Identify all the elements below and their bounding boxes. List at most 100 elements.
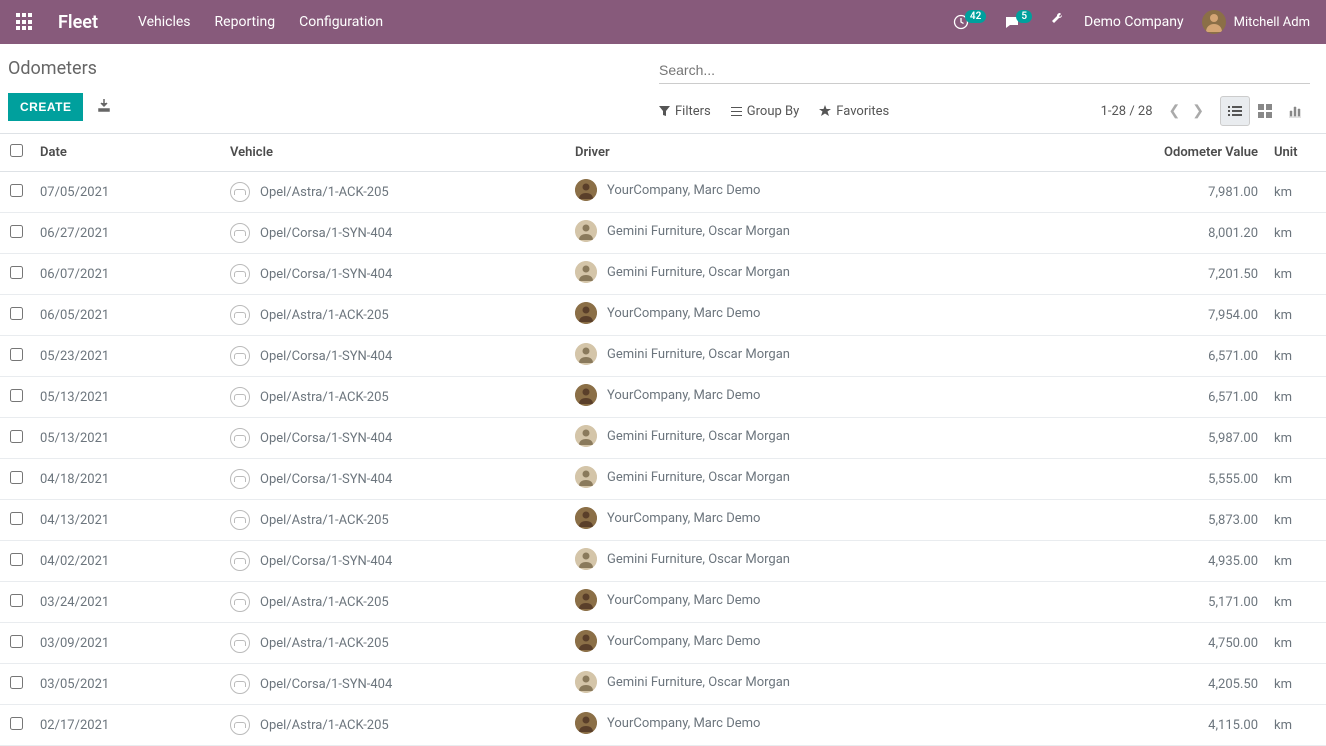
favorites-button[interactable]: Favorites — [819, 104, 889, 119]
cell-date: 04/02/2021 — [32, 541, 222, 582]
cell-unit: km — [1266, 541, 1326, 582]
table-row[interactable]: 07/05/2021Opel/Astra/1-ACK-205YourCompan… — [0, 172, 1326, 213]
table-row[interactable]: 04/18/2021Opel/Corsa/1-SYN-404Gemini Fur… — [0, 459, 1326, 500]
cell-vehicle: Opel/Astra/1-ACK-205 — [222, 295, 567, 336]
row-checkbox[interactable] — [10, 348, 23, 361]
row-checkbox[interactable] — [10, 184, 23, 197]
cell-date: 06/05/2021 — [32, 295, 222, 336]
cell-driver: YourCompany, Marc Demo — [567, 500, 1126, 541]
user-name: Mitchell Adm — [1234, 15, 1310, 30]
cell-unit: km — [1266, 172, 1326, 213]
column-driver[interactable]: Driver — [567, 134, 1126, 172]
filters-button[interactable]: Filters — [659, 104, 711, 119]
cell-driver: YourCompany, Marc Demo — [567, 377, 1126, 418]
driver-avatar-icon — [575, 179, 597, 201]
pager-prev-icon[interactable]: ❮ — [1169, 103, 1181, 119]
nav-configuration[interactable]: Configuration — [299, 14, 383, 30]
table-row[interactable]: 05/23/2021Opel/Corsa/1-SYN-404Gemini Fur… — [0, 336, 1326, 377]
view-kanban-button[interactable] — [1250, 96, 1280, 126]
table-row[interactable]: 04/13/2021Opel/Astra/1-ACK-205YourCompan… — [0, 500, 1326, 541]
app-brand[interactable]: Fleet — [58, 12, 98, 33]
apps-menu-icon[interactable] — [16, 13, 34, 31]
create-button[interactable]: CREATE — [8, 93, 83, 121]
table-row[interactable]: 04/02/2021Opel/Corsa/1-SYN-404Gemini Fur… — [0, 541, 1326, 582]
view-list-button[interactable] — [1220, 96, 1250, 126]
row-checkbox[interactable] — [10, 676, 23, 689]
cell-vehicle: Opel/Astra/1-ACK-205 — [222, 582, 567, 623]
company-selector[interactable]: Demo Company — [1084, 14, 1184, 30]
row-checkbox[interactable] — [10, 389, 23, 402]
nav-vehicles[interactable]: Vehicles — [138, 14, 191, 30]
driver-avatar-icon — [575, 343, 597, 365]
vehicle-logo-icon — [230, 674, 250, 694]
row-checkbox[interactable] — [10, 430, 23, 443]
activity-indicator[interactable]: 42 — [953, 14, 986, 30]
cell-odometer: 5,873.00 — [1126, 500, 1266, 541]
star-icon — [819, 105, 831, 117]
group-by-button[interactable]: Group By — [731, 104, 800, 119]
pager-next-icon[interactable]: ❯ — [1192, 103, 1204, 119]
user-menu[interactable]: Mitchell Adm — [1202, 10, 1310, 34]
driver-avatar-icon — [575, 220, 597, 242]
row-checkbox[interactable] — [10, 471, 23, 484]
cell-unit: km — [1266, 418, 1326, 459]
view-graph-button[interactable] — [1280, 96, 1310, 126]
table-row[interactable]: 05/13/2021Opel/Corsa/1-SYN-404Gemini Fur… — [0, 418, 1326, 459]
filter-icon — [659, 106, 670, 117]
table-row[interactable]: 06/05/2021Opel/Astra/1-ACK-205YourCompan… — [0, 295, 1326, 336]
select-all-checkbox[interactable] — [10, 144, 23, 157]
search-input[interactable] — [659, 62, 1310, 78]
table-row[interactable]: 06/27/2021Opel/Corsa/1-SYN-404Gemini Fur… — [0, 213, 1326, 254]
cell-odometer: 6,571.00 — [1126, 336, 1266, 377]
driver-avatar-icon — [575, 466, 597, 488]
column-date[interactable]: Date — [32, 134, 222, 172]
cell-vehicle: Opel/Corsa/1-SYN-404 — [222, 459, 567, 500]
column-vehicle[interactable]: Vehicle — [222, 134, 567, 172]
cell-unit: km — [1266, 705, 1326, 746]
table-row[interactable]: 03/24/2021Opel/Astra/1-ACK-205YourCompan… — [0, 582, 1326, 623]
row-checkbox[interactable] — [10, 717, 23, 730]
table-row[interactable]: 02/17/2021Opel/Astra/1-ACK-205YourCompan… — [0, 705, 1326, 746]
nav-reporting[interactable]: Reporting — [215, 14, 276, 30]
export-icon[interactable] — [97, 98, 111, 116]
messages-indicator[interactable]: 5 — [1004, 14, 1032, 30]
vehicle-logo-icon — [230, 551, 250, 571]
table-row[interactable]: 03/09/2021Opel/Astra/1-ACK-205YourCompan… — [0, 623, 1326, 664]
row-checkbox[interactable] — [10, 553, 23, 566]
table-row[interactable]: 03/05/2021Opel/Corsa/1-SYN-404Gemini Fur… — [0, 664, 1326, 705]
cell-unit: km — [1266, 664, 1326, 705]
developer-tools-icon[interactable] — [1050, 12, 1066, 32]
cell-odometer: 7,954.00 — [1126, 295, 1266, 336]
driver-avatar-icon — [575, 261, 597, 283]
cell-unit: km — [1266, 377, 1326, 418]
vehicle-logo-icon — [230, 469, 250, 489]
cell-driver: YourCompany, Marc Demo — [567, 705, 1126, 746]
graph-icon — [1288, 104, 1302, 118]
column-unit[interactable]: Unit — [1266, 134, 1326, 172]
cell-odometer: 5,987.00 — [1126, 418, 1266, 459]
row-checkbox[interactable] — [10, 225, 23, 238]
row-checkbox[interactable] — [10, 512, 23, 525]
cell-date: 03/05/2021 — [32, 664, 222, 705]
cell-odometer: 6,571.00 — [1126, 377, 1266, 418]
table-row[interactable]: 05/13/2021Opel/Astra/1-ACK-205YourCompan… — [0, 377, 1326, 418]
cell-vehicle: Opel/Corsa/1-SYN-404 — [222, 541, 567, 582]
page-title: Odometers — [8, 58, 659, 79]
cell-odometer: 8,001.20 — [1126, 213, 1266, 254]
cell-unit: km — [1266, 500, 1326, 541]
row-checkbox[interactable] — [10, 594, 23, 607]
cell-vehicle: Opel/Astra/1-ACK-205 — [222, 172, 567, 213]
cell-unit: km — [1266, 295, 1326, 336]
driver-avatar-icon — [575, 507, 597, 529]
cell-odometer: 7,201.50 — [1126, 254, 1266, 295]
table-row[interactable]: 06/07/2021Opel/Corsa/1-SYN-404Gemini Fur… — [0, 254, 1326, 295]
row-checkbox[interactable] — [10, 307, 23, 320]
column-odometer[interactable]: Odometer Value — [1126, 134, 1266, 172]
cell-date: 07/05/2021 — [32, 172, 222, 213]
pager-text[interactable]: 1-28 / 28 — [1101, 104, 1153, 119]
cell-date: 06/27/2021 — [32, 213, 222, 254]
row-checkbox[interactable] — [10, 266, 23, 279]
cell-date: 04/13/2021 — [32, 500, 222, 541]
driver-avatar-icon — [575, 302, 597, 324]
driver-avatar-icon — [575, 548, 597, 570]
